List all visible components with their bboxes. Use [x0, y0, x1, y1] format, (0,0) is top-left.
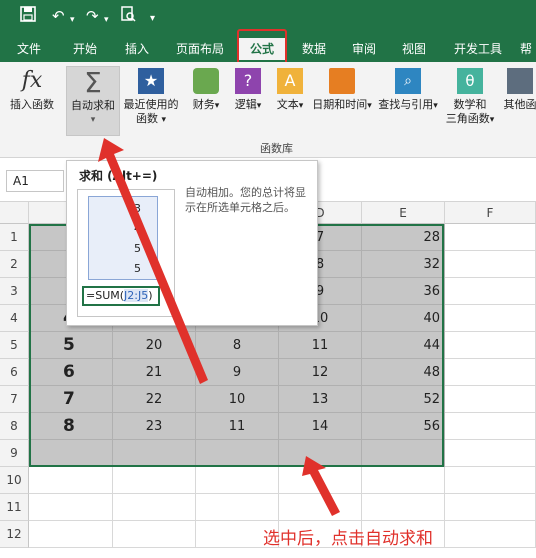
- arrow-to-selection: [302, 456, 340, 516]
- annotation-arrows: [98, 138, 340, 516]
- annotation-caption: 选中后，点击自动求和: [263, 529, 433, 549]
- arrow-to-autosum: [98, 138, 208, 384]
